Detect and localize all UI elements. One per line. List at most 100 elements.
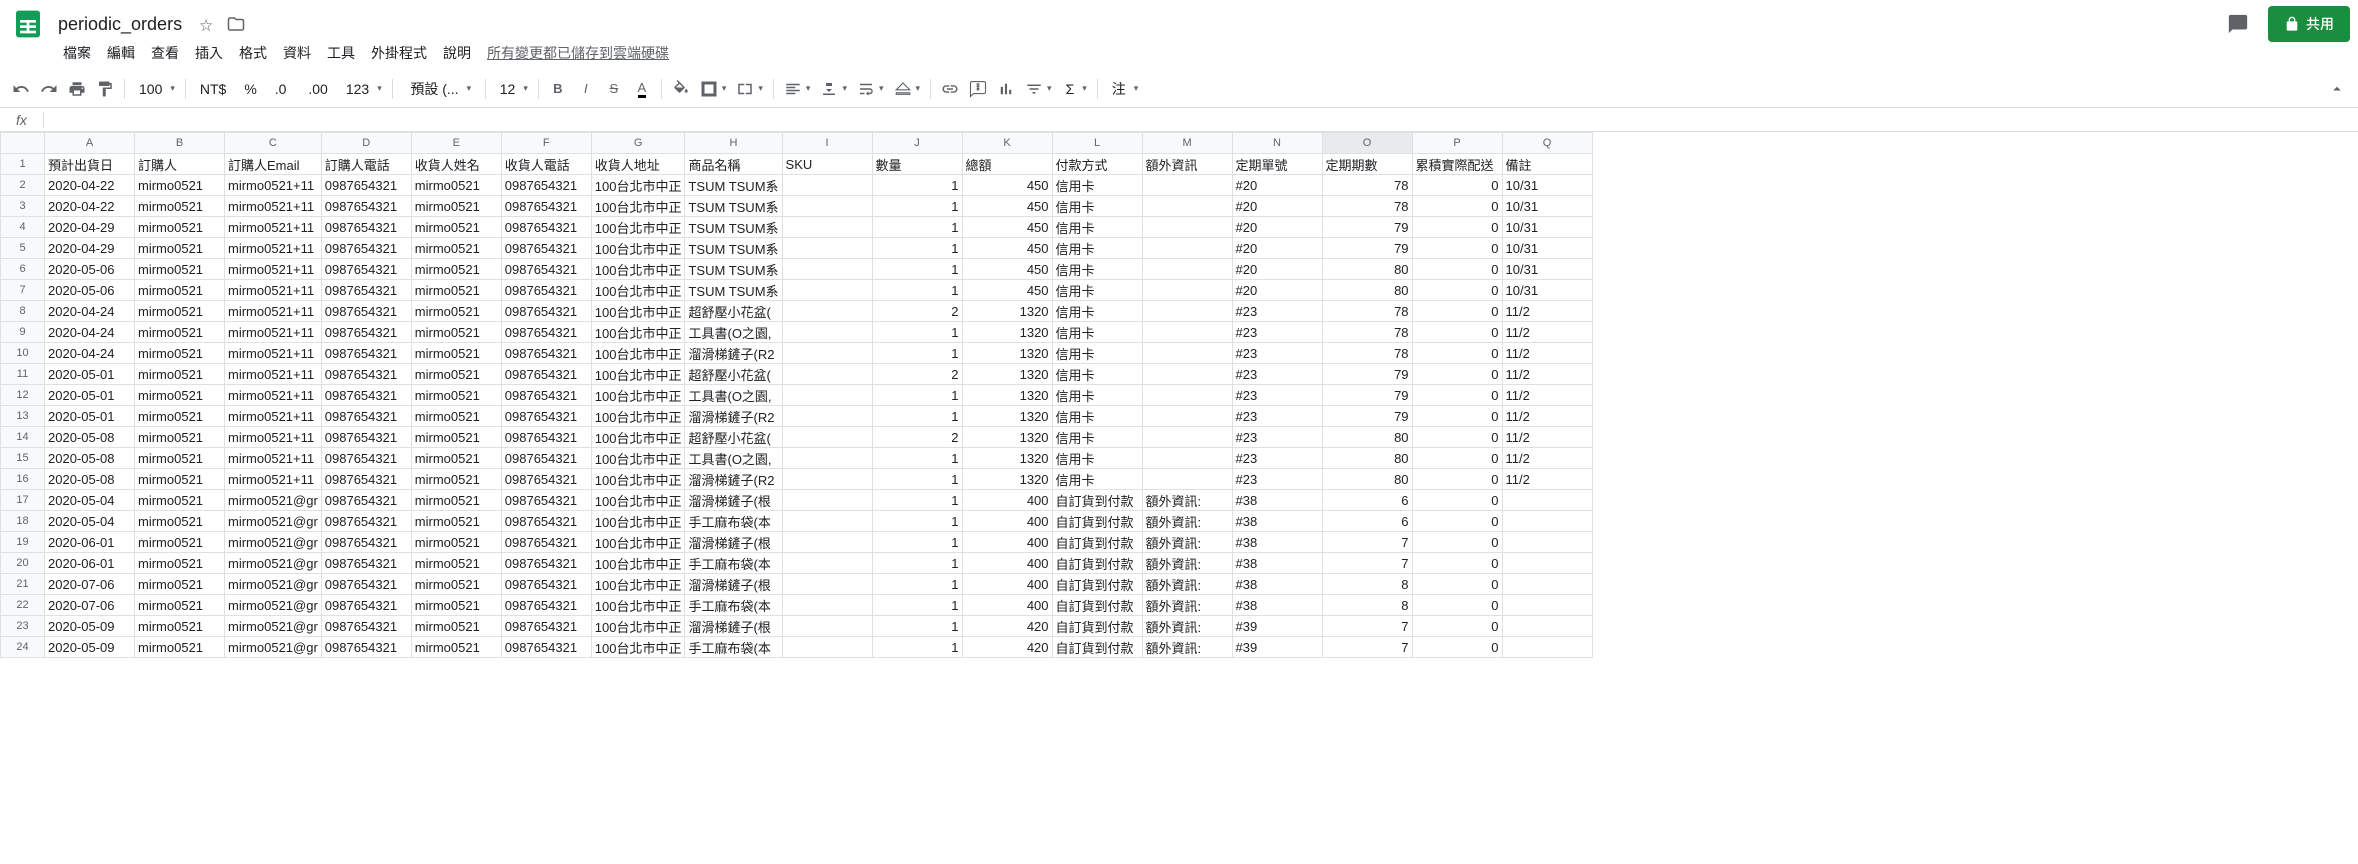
cell[interactable]: 100台北市中正: [591, 238, 685, 259]
row-header[interactable]: 23: [1, 616, 45, 637]
cell[interactable]: 400: [962, 574, 1052, 595]
row-header[interactable]: 10: [1, 343, 45, 364]
cell[interactable]: #23: [1232, 385, 1322, 406]
cell[interactable]: 1: [872, 574, 962, 595]
cell[interactable]: 100台北市中正: [591, 532, 685, 553]
cell[interactable]: 手工麻布袋(本: [685, 553, 782, 574]
row-header[interactable]: 18: [1, 511, 45, 532]
cell[interactable]: mirmo0521: [411, 238, 501, 259]
cell[interactable]: 0987654321: [321, 364, 411, 385]
paint-format-icon[interactable]: [92, 76, 118, 102]
cell[interactable]: 信用卡: [1052, 280, 1142, 301]
menu-查看[interactable]: 查看: [143, 39, 187, 67]
cell[interactable]: [782, 364, 872, 385]
comment-icon[interactable]: [965, 76, 991, 102]
row-header[interactable]: 11: [1, 364, 45, 385]
col-header-Q[interactable]: Q: [1502, 133, 1592, 154]
col-header-H[interactable]: H: [685, 133, 782, 154]
cell[interactable]: 0987654321: [501, 616, 591, 637]
cell[interactable]: mirmo0521+11: [225, 238, 322, 259]
cell[interactable]: 2020-07-06: [45, 595, 135, 616]
comments-icon[interactable]: [2220, 6, 2256, 42]
cell[interactable]: 1: [872, 469, 962, 490]
cell[interactable]: 0: [1412, 196, 1502, 217]
cell[interactable]: [782, 448, 872, 469]
cell[interactable]: 額外資訊:: [1142, 511, 1232, 532]
cell[interactable]: 0987654321: [321, 532, 411, 553]
menu-檔案[interactable]: 檔案: [55, 39, 99, 67]
halign-icon[interactable]: [780, 76, 815, 102]
cell[interactable]: 79: [1322, 385, 1412, 406]
cell[interactable]: 2020-05-08: [45, 427, 135, 448]
row-header[interactable]: 12: [1, 385, 45, 406]
cell[interactable]: 0987654321: [321, 490, 411, 511]
cell[interactable]: 0987654321: [321, 553, 411, 574]
cell[interactable]: 0: [1412, 553, 1502, 574]
cell[interactable]: [782, 616, 872, 637]
cell[interactable]: [1502, 490, 1592, 511]
cell[interactable]: 1320: [962, 343, 1052, 364]
text-color-icon[interactable]: A: [629, 76, 655, 102]
cell[interactable]: TSUM TSUM系: [685, 196, 782, 217]
cell[interactable]: 0: [1412, 280, 1502, 301]
cell[interactable]: mirmo0521: [135, 427, 225, 448]
cell[interactable]: 0: [1412, 238, 1502, 259]
cell[interactable]: 450: [962, 280, 1052, 301]
cell[interactable]: mirmo0521: [135, 511, 225, 532]
select-all-corner[interactable]: [1, 133, 45, 154]
cell[interactable]: 0: [1412, 637, 1502, 658]
cell[interactable]: 2020-06-01: [45, 532, 135, 553]
cell[interactable]: 0987654321: [321, 217, 411, 238]
cell[interactable]: 2020-04-22: [45, 175, 135, 196]
cell[interactable]: 0: [1412, 175, 1502, 196]
cell[interactable]: mirmo0521: [135, 637, 225, 658]
cell[interactable]: 10/31: [1502, 280, 1592, 301]
currency-button[interactable]: NT$: [192, 76, 234, 102]
row-header[interactable]: 4: [1, 217, 45, 238]
cell[interactable]: 額外資訊:: [1142, 574, 1232, 595]
cell[interactable]: 8: [1322, 574, 1412, 595]
cell[interactable]: #20: [1232, 217, 1322, 238]
cell[interactable]: mirmo0521@gr: [225, 574, 322, 595]
cell[interactable]: 2020-05-06: [45, 259, 135, 280]
cell[interactable]: [782, 280, 872, 301]
cell[interactable]: mirmo0521: [411, 427, 501, 448]
cell[interactable]: 信用卡: [1052, 406, 1142, 427]
cell[interactable]: 付款方式: [1052, 154, 1142, 175]
cell[interactable]: 0987654321: [321, 301, 411, 322]
cell[interactable]: mirmo0521: [411, 364, 501, 385]
cell[interactable]: 0987654321: [501, 175, 591, 196]
cell[interactable]: #38: [1232, 574, 1322, 595]
cell[interactable]: 0: [1412, 427, 1502, 448]
cell[interactable]: 工具書(O之園,: [685, 385, 782, 406]
cell[interactable]: 2: [872, 427, 962, 448]
cell[interactable]: 2020-07-06: [45, 574, 135, 595]
cell[interactable]: #20: [1232, 196, 1322, 217]
row-header[interactable]: 19: [1, 532, 45, 553]
cell[interactable]: 1: [872, 448, 962, 469]
cell[interactable]: 額外資訊: [1142, 154, 1232, 175]
cell[interactable]: mirmo0521: [135, 196, 225, 217]
document-name[interactable]: periodic_orders: [52, 12, 188, 37]
cell[interactable]: #38: [1232, 595, 1322, 616]
row-header[interactable]: 5: [1, 238, 45, 259]
col-header-K[interactable]: K: [962, 133, 1052, 154]
row-header[interactable]: 9: [1, 322, 45, 343]
italic-icon[interactable]: I: [573, 76, 599, 102]
cell[interactable]: 11/2: [1502, 385, 1592, 406]
cell[interactable]: #38: [1232, 511, 1322, 532]
cell[interactable]: 78: [1322, 196, 1412, 217]
col-header-M[interactable]: M: [1142, 133, 1232, 154]
cell[interactable]: 11/2: [1502, 343, 1592, 364]
row-header[interactable]: 6: [1, 259, 45, 280]
cell[interactable]: 100台北市中正: [591, 553, 685, 574]
cell[interactable]: TSUM TSUM系: [685, 217, 782, 238]
cell[interactable]: 79: [1322, 238, 1412, 259]
cell[interactable]: 1: [872, 322, 962, 343]
row-header[interactable]: 24: [1, 637, 45, 658]
cell[interactable]: 79: [1322, 406, 1412, 427]
row-header[interactable]: 8: [1, 301, 45, 322]
cell[interactable]: 80: [1322, 280, 1412, 301]
cell[interactable]: [1142, 301, 1232, 322]
cell[interactable]: 2020-05-09: [45, 616, 135, 637]
